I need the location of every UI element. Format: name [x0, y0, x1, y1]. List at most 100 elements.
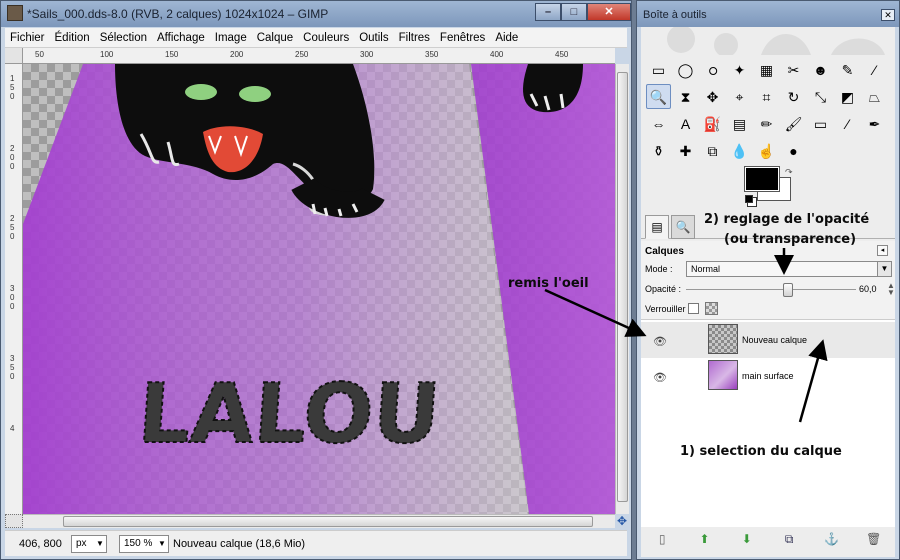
ruler-tick-label: 0	[10, 92, 15, 101]
menu-item-10[interactable]: Aide	[490, 32, 523, 44]
gimp-app-icon	[7, 5, 23, 21]
lock-alpha-icon[interactable]	[705, 302, 718, 315]
flip-icon[interactable]: ⇔	[646, 111, 671, 136]
bucket-fill-icon[interactable]: ⛽	[700, 111, 725, 136]
zoom-icon[interactable]: 🔍	[646, 84, 671, 109]
toolbox-title: Boîte à outils	[643, 9, 707, 21]
duplicate-layer-icon[interactable]: ⧉	[780, 532, 798, 547]
tab-tool-options[interactable]: 🔍	[671, 215, 695, 239]
dodge-burn-icon[interactable]: ●	[781, 138, 806, 163]
align-icon[interactable]: ⌖	[727, 84, 752, 109]
ruler-tick-label: 0	[10, 232, 15, 241]
window-controls: – □ ✕	[535, 3, 631, 21]
minimize-button[interactable]: –	[535, 3, 561, 21]
ellipse-select-icon[interactable]: ◯	[673, 57, 698, 82]
move-icon[interactable]: ✥	[700, 84, 725, 109]
pencil-icon[interactable]: ✏	[754, 111, 779, 136]
anchor-layer-icon[interactable]: ⚓	[822, 532, 840, 546]
perspective-clone-icon[interactable]: ⧉	[700, 138, 725, 163]
clone-icon[interactable]: ⚱	[646, 138, 671, 163]
foreground-select-icon[interactable]: ☻	[808, 57, 833, 82]
image-window-titlebar[interactable]: *Sails_000.dds-8.0 (RVB, 2 calques) 1024…	[1, 1, 631, 27]
dialog-menu-icon[interactable]: ◂	[877, 245, 888, 256]
menu-item-8[interactable]: Filtres	[394, 32, 435, 44]
swap-colors-icon[interactable]: ↷	[785, 167, 793, 178]
menu-item-7[interactable]: Outils	[354, 32, 393, 44]
blur-icon[interactable]: 💧	[727, 138, 752, 163]
smudge-icon[interactable]: ☝	[754, 138, 779, 163]
paths-icon[interactable]: ✎	[835, 57, 860, 82]
toolbox-titlebar[interactable]: Boîte à outils ✕	[637, 1, 899, 27]
opacity-spin-arrows-icon[interactable]: ▲ ▼	[887, 282, 895, 297]
scissors-icon[interactable]: ✂	[781, 57, 806, 82]
vertical-scrollbar[interactable]	[615, 64, 629, 514]
shear-icon[interactable]: ◩	[835, 84, 860, 109]
ruler-tick-label: 50	[35, 50, 44, 59]
eye-visibility-icon[interactable]: 👁	[653, 371, 667, 384]
opacity-value[interactable]: 60,0	[859, 284, 877, 294]
ruler-tick-label: 300	[360, 50, 374, 59]
menu-bar: Fichier Édition Sélection Affichage Image Cal…	[5, 28, 627, 48]
zoom-selector[interactable]: 150 % ▼	[119, 534, 169, 553]
layer-row-main-surface[interactable]: 👁 main surface	[641, 358, 895, 394]
maximize-button[interactable]: □	[561, 3, 587, 21]
crop-icon[interactable]: ⌗	[754, 84, 779, 109]
scale-icon[interactable]: ⤡	[808, 84, 833, 109]
toolbox-close-button[interactable]: ✕	[881, 9, 895, 21]
horizontal-ruler[interactable]: 50 100 150 200 250 300 350 400 450	[23, 48, 615, 64]
menu-item-3[interactable]: Affichage	[152, 32, 210, 44]
fuzzy-select-icon[interactable]: ✦	[727, 57, 752, 82]
measure-icon[interactable]: ⧗	[673, 84, 698, 109]
color-select-icon[interactable]: ▦	[754, 57, 779, 82]
menu-item-0[interactable]: Fichier	[5, 32, 50, 44]
lock-pixels-checkbox[interactable]	[688, 303, 699, 314]
opacity-slider-handle[interactable]	[782, 283, 793, 297]
horizontal-scroll-thumb[interactable]	[63, 516, 593, 527]
airbrush-icon[interactable]: ⁄	[835, 111, 860, 136]
color-area[interactable]: ↷	[744, 166, 801, 207]
eraser-icon[interactable]: ▭	[808, 111, 833, 136]
rect-select-icon[interactable]: ▭	[646, 57, 671, 82]
horizontal-scrollbar[interactable]	[23, 514, 615, 528]
annotation-selection: 1) selection du calque	[680, 444, 842, 459]
menu-item-4[interactable]: Image	[210, 32, 252, 44]
new-layer-icon[interactable]: ▯	[653, 532, 671, 546]
reset-colors-icon[interactable]	[745, 195, 753, 203]
foreground-color-swatch[interactable]	[744, 166, 780, 192]
layer-mode-select[interactable]: Normal ▼	[686, 261, 892, 277]
tab-layers[interactable]: ▤	[645, 215, 669, 239]
menu-item-2[interactable]: Sélection	[95, 32, 152, 44]
blend-icon[interactable]: ▤	[727, 111, 752, 136]
menu-item-1[interactable]: Édition	[50, 32, 95, 44]
paintbrush-icon[interactable]: 🖌	[781, 111, 806, 136]
heal-icon[interactable]: ✚	[673, 138, 698, 163]
lower-layer-icon[interactable]: ⬇	[738, 532, 756, 546]
navigate-icon[interactable]: ✥	[615, 514, 629, 528]
tool-grid: ▭ ◯ ഠ ✦ ▦ ✂ ☻ ✎ ⁄ 🔍 ⧗ ✥ ⌖ ⌗ ↻ ⤡ ◩ ⏢ ⇔ A ⛽ ▤ ✏ 🖌 ▭ ⁄ ✒ ⚱ ✚ ⧉ 💧 ☝ ●	[646, 57, 891, 165]
perspective-icon[interactable]: ⏢	[862, 84, 887, 109]
layer-actions-bar: ▯ ⬆ ⬇ ⧉ ⚓ 🗑	[641, 527, 895, 551]
unit-selector[interactable]: px ▼	[71, 534, 107, 553]
menu-item-5[interactable]: Calque	[252, 32, 298, 44]
vertical-scroll-thumb[interactable]	[617, 72, 628, 502]
lasso-icon[interactable]: ഠ	[700, 57, 725, 82]
layer-thumbnail	[708, 324, 738, 354]
text-icon[interactable]: A	[673, 111, 698, 136]
menu-item-9[interactable]: Fenêtres	[435, 32, 490, 44]
ink-icon[interactable]: ✒	[862, 111, 887, 136]
lock-label: Verrouiller :	[645, 304, 691, 314]
vertical-ruler[interactable]: 1502002503003504	[5, 64, 23, 514]
ruler-tick-label: 200	[230, 50, 244, 59]
wilber-drop-area[interactable]	[641, 27, 895, 55]
quick-mask-toggle[interactable]	[5, 514, 23, 528]
rotate-icon[interactable]: ↻	[781, 84, 806, 109]
opacity-slider[interactable]	[686, 289, 856, 290]
color-picker-icon[interactable]: ⁄	[862, 57, 887, 82]
raise-layer-icon[interactable]: ⬆	[695, 532, 713, 546]
close-button[interactable]: ✕	[587, 3, 631, 21]
menu-item-6[interactable]: Couleurs	[298, 32, 354, 44]
layer-row-nouveau-calque[interactable]: 👁 Nouveau calque	[641, 322, 895, 358]
delete-layer-icon[interactable]: 🗑	[865, 532, 883, 546]
ruler-corner[interactable]	[5, 48, 23, 64]
eye-visibility-icon[interactable]: 👁	[653, 335, 667, 348]
